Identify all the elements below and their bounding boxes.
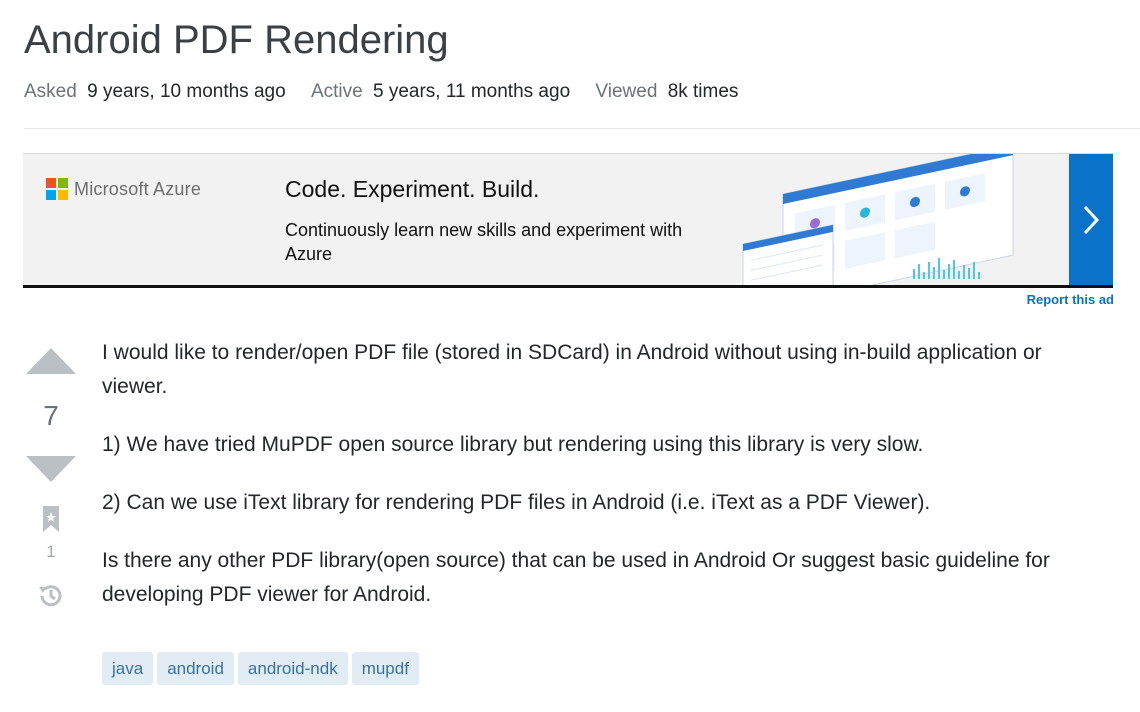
- question-title[interactable]: Android PDF Rendering: [24, 14, 449, 66]
- meta-viewed-value: 8k times: [667, 81, 739, 102]
- tag-android-ndk[interactable]: android-ndk: [237, 652, 348, 685]
- vote-count: 7: [43, 400, 59, 431]
- meta-asked: Asked 9 years, 10 months ago: [24, 80, 286, 104]
- microsoft-logo-icon: [46, 178, 68, 200]
- meta-asked-label: Asked: [24, 81, 77, 102]
- tag-list: java android android-ndk mupdf: [102, 652, 419, 685]
- body-paragraph: Is there any other PDF library(open sour…: [102, 549, 1050, 606]
- tag-android[interactable]: android: [157, 652, 234, 685]
- bookmark-icon: [43, 506, 59, 532]
- meta-viewed-label: Viewed: [595, 81, 658, 102]
- question-body: I would like to render/open PDF file (st…: [102, 336, 1102, 636]
- body-paragraph: 2) Can we use iText library for renderin…: [102, 491, 931, 514]
- report-ad-link[interactable]: Report this ad: [1027, 292, 1114, 307]
- ad-banner[interactable]: Microsoft Azure Code. Experiment. Build.…: [23, 153, 1113, 288]
- body-paragraph: 1) We have tried MuPDF open source libra…: [102, 433, 924, 456]
- meta-active-value[interactable]: 5 years, 11 months ago: [373, 81, 570, 102]
- meta-asked-value[interactable]: 9 years, 10 months ago: [87, 81, 286, 102]
- history-button[interactable]: [24, 582, 78, 610]
- meta-active: Active 5 years, 11 months ago: [311, 80, 570, 104]
- tag-mupdf[interactable]: mupdf: [351, 652, 419, 685]
- bookmark-button[interactable]: [24, 506, 78, 532]
- header-divider: [24, 128, 1140, 129]
- dashboard-illustration: [742, 154, 1014, 285]
- meta-active-label: Active: [310, 81, 363, 102]
- history-icon: [39, 585, 62, 607]
- chevron-right-icon: [1083, 205, 1100, 234]
- vote-up-icon: [26, 348, 76, 374]
- question-meta: Asked 9 years, 10 months ago Active 5 ye…: [24, 80, 758, 104]
- body-paragraph: I would like to render/open PDF file (st…: [102, 341, 1042, 398]
- ad-next-button[interactable]: [1069, 154, 1113, 285]
- ad-body: Continuously learn new skills and experi…: [285, 220, 683, 264]
- bookmark-count: 1: [46, 542, 56, 561]
- meta-viewed: Viewed 8k times: [595, 80, 738, 104]
- tag-java[interactable]: java: [102, 652, 154, 685]
- ad-brand: Microsoft Azure: [74, 178, 202, 199]
- vote-down-icon: [26, 456, 76, 482]
- ad-headline: Code. Experiment. Build.: [285, 176, 540, 202]
- microsoft-azure-logo: Microsoft Azure: [46, 178, 201, 200]
- vote-down-button[interactable]: [24, 456, 78, 482]
- vote-up-button[interactable]: [24, 348, 78, 374]
